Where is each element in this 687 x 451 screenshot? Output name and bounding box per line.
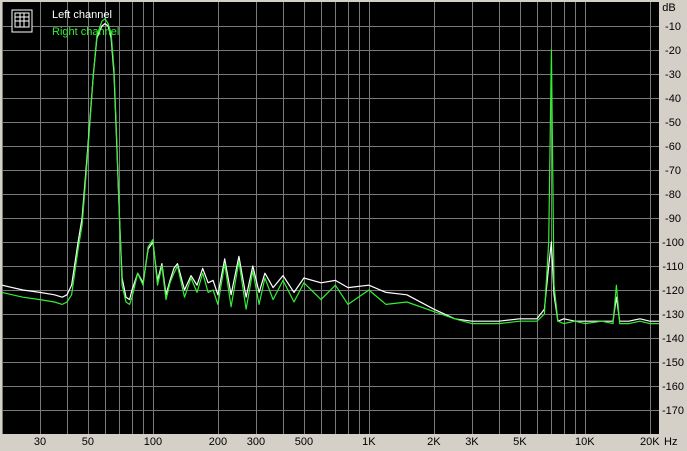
- x-tick-label: 20K: [640, 436, 660, 448]
- y-tick-label: -40: [665, 93, 681, 105]
- x-tick-label: 200: [209, 436, 227, 448]
- y-tick-label: -140: [662, 333, 684, 345]
- y-tick-label: -30: [665, 69, 681, 81]
- y-tick-label: -80: [665, 189, 681, 201]
- x-tick-label: 300: [247, 436, 265, 448]
- y-tick-label: -120: [662, 285, 684, 297]
- legend-icon: [11, 9, 33, 33]
- y-tick-label: -130: [662, 309, 684, 321]
- y-axis-unit: dB: [662, 2, 675, 14]
- legend-label-right: Right channel: [52, 26, 119, 38]
- x-tick-label: 1K: [362, 436, 376, 448]
- y-tick-label: -50: [665, 117, 681, 129]
- y-tick-label: -150: [662, 357, 684, 369]
- x-tick-label: 5K: [513, 436, 527, 448]
- y-tick-label: -100: [662, 237, 684, 249]
- x-tick-label: 10K: [575, 436, 595, 448]
- y-tick-label: -170: [662, 405, 684, 417]
- spectrum-chart: 30 50 100 200 300 500 1K 2K 3K 5K 10K 20K -10 -20 -30…: [0, 0, 687, 451]
- y-tick-label: -10: [665, 21, 681, 33]
- y-tick-label: -60: [665, 141, 681, 153]
- y-tick-label: -70: [665, 165, 681, 177]
- x-tick-label: 30: [34, 436, 46, 448]
- legend-label-left: Left channel: [52, 9, 112, 21]
- x-tick-label: 2K: [427, 436, 441, 448]
- y-tick-label: -160: [662, 381, 684, 393]
- y-tick-label: -110: [662, 261, 683, 273]
- x-tick-label: 50: [82, 436, 94, 448]
- y-tick-label: -90: [665, 213, 681, 225]
- y-tick-label: -20: [665, 45, 681, 57]
- x-tick-label: 500: [295, 436, 313, 448]
- x-tick-label: 3K: [465, 436, 479, 448]
- x-tick-label: 100: [144, 436, 162, 448]
- x-axis-unit: Hz: [664, 436, 677, 448]
- y-axis-ticks: -10 -20 -30 -40 -50 -60 -70 -80 -90 -100 -110 -120 -…: [662, 21, 684, 417]
